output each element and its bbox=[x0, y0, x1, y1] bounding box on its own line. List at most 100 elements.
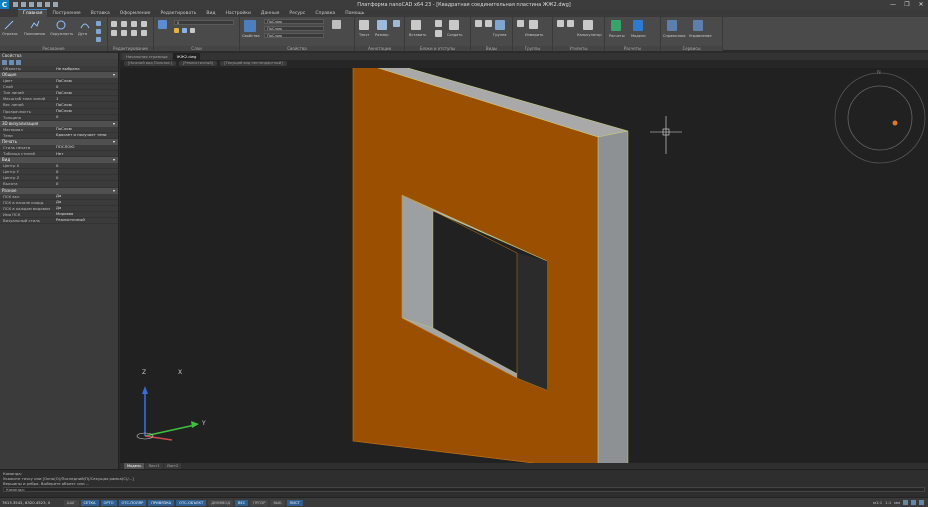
measure-button-label[interactable]: Измерить bbox=[525, 33, 543, 37]
view-icon[interactable] bbox=[475, 20, 482, 27]
create-block-icon[interactable] bbox=[449, 20, 459, 30]
close-button[interactable]: ✕ bbox=[914, 0, 928, 9]
rotate-icon[interactable] bbox=[131, 21, 137, 27]
customize-icon[interactable] bbox=[919, 500, 924, 505]
scale-icon[interactable] bbox=[111, 30, 117, 36]
property-value[interactable]: ПОСЛОЮ bbox=[54, 145, 118, 150]
app-logo-icon[interactable]: C bbox=[0, 0, 9, 9]
property-value[interactable]: 0 bbox=[54, 115, 118, 120]
status-toggle[interactable]: ОРТО bbox=[100, 499, 117, 506]
cut-icon[interactable] bbox=[435, 20, 442, 27]
units-indicator[interactable]: мм bbox=[894, 500, 900, 505]
circle-icon[interactable] bbox=[56, 20, 66, 30]
open-file-icon[interactable] bbox=[21, 2, 26, 7]
quick-select-icon[interactable] bbox=[9, 60, 14, 65]
named-view-control[interactable]: [Текущий вид нестандартный] bbox=[220, 61, 287, 66]
measure-icon[interactable] bbox=[529, 20, 538, 29]
calculations-button-label[interactable]: Расчеты bbox=[609, 34, 625, 38]
reference-button-label[interactable]: Справочник bbox=[663, 34, 686, 38]
model-viewport[interactable]: N Z X Y bbox=[120, 68, 928, 463]
paste-icon[interactable] bbox=[435, 30, 442, 37]
status-toggle[interactable]: ВЕС bbox=[235, 499, 249, 506]
redo-icon[interactable] bbox=[53, 2, 58, 7]
arc-icon[interactable] bbox=[80, 20, 90, 30]
extend-icon[interactable] bbox=[131, 30, 137, 36]
property-value[interactable]: 0 bbox=[54, 84, 118, 89]
calculations-icon[interactable] bbox=[611, 20, 621, 31]
layer-lock-icon[interactable] bbox=[190, 28, 195, 33]
ungroup-icon[interactable] bbox=[517, 20, 524, 27]
tab-settings[interactable]: Настройки bbox=[221, 9, 256, 17]
select-objects-icon[interactable] bbox=[2, 60, 7, 65]
lineweight-combo[interactable]: ПоСлою bbox=[264, 33, 324, 38]
property-value[interactable]: ПоСлою bbox=[54, 90, 118, 95]
undo-icon[interactable] bbox=[45, 2, 50, 7]
annotation-scale[interactable]: м1:1 bbox=[873, 500, 882, 505]
property-value[interactable]: 0 bbox=[54, 175, 118, 180]
opening-right-jamb[interactable] bbox=[517, 253, 547, 390]
arc-button-label[interactable]: Дуга bbox=[78, 32, 87, 36]
new-file-icon[interactable] bbox=[13, 2, 18, 7]
match-properties-icon[interactable] bbox=[244, 20, 256, 32]
layer-freeze-icon[interactable] bbox=[182, 28, 187, 33]
group-button-label[interactable]: Группа bbox=[493, 33, 507, 37]
command-input[interactable]: Команда: bbox=[3, 487, 925, 492]
wall-side-face[interactable] bbox=[597, 130, 629, 463]
property-value[interactable]: Да bbox=[54, 200, 118, 205]
property-value[interactable]: ПоСлою bbox=[54, 127, 118, 132]
tab-home[interactable]: Главная bbox=[18, 9, 48, 17]
select-icon[interactable] bbox=[557, 20, 564, 27]
hatch-icon[interactable] bbox=[96, 29, 101, 34]
status-toggle[interactable]: ЛИСТ bbox=[286, 499, 303, 506]
status-toggle[interactable]: ПРИВЯЗКА bbox=[148, 499, 175, 506]
doc-tab-drawing[interactable]: ЖЖ2.dwg bbox=[172, 53, 201, 60]
opening-left-jamb[interactable] bbox=[401, 194, 434, 329]
minimize-button[interactable]: — bbox=[886, 0, 900, 9]
properties-button-label[interactable]: Свойства bbox=[242, 34, 260, 38]
models-button-label[interactable]: Модели bbox=[631, 34, 646, 38]
status-toggle[interactable]: ВЫБ bbox=[270, 499, 285, 506]
property-value[interactable]: Да bbox=[54, 194, 118, 199]
toggle-pickadd-icon[interactable] bbox=[16, 60, 21, 65]
status-toggle[interactable]: ОТС-ОБЪЕКТ bbox=[176, 499, 207, 506]
tab-reference[interactable]: Справка bbox=[310, 9, 340, 17]
text-icon[interactable] bbox=[359, 20, 369, 30]
maximize-button[interactable]: ❐ bbox=[900, 0, 914, 9]
manage-icon[interactable] bbox=[693, 20, 703, 31]
create-block-label[interactable]: Создать bbox=[447, 33, 463, 37]
object-type-value[interactable]: Не выбрано bbox=[54, 66, 118, 71]
view-orientation-control[interactable]: [Нижний вид Пользов.] bbox=[124, 61, 177, 66]
property-value[interactable]: 0 bbox=[54, 181, 118, 186]
tab-insert[interactable]: Вставка bbox=[86, 9, 115, 17]
status-toggle[interactable]: ДИНВВОД bbox=[208, 499, 234, 506]
reference-icon[interactable] bbox=[667, 20, 677, 31]
property-value[interactable]: ПоСлою bbox=[54, 109, 118, 114]
leader-icon[interactable] bbox=[393, 20, 400, 27]
property-value[interactable]: 0 bbox=[54, 163, 118, 168]
property-value[interactable]: Бросает и получает тени bbox=[54, 133, 118, 138]
print-icon[interactable] bbox=[37, 2, 42, 7]
zoom-level[interactable]: 1:1 bbox=[885, 500, 891, 505]
property-value[interactable]: 1 bbox=[54, 96, 118, 101]
layer-manager-icon[interactable] bbox=[158, 20, 167, 29]
view-compass[interactable] bbox=[834, 72, 926, 164]
layer-on-icon[interactable] bbox=[174, 28, 179, 33]
property-value[interactable]: 0 bbox=[54, 169, 118, 174]
status-toggle[interactable]: ПРОЗР bbox=[250, 499, 269, 506]
save-icon[interactable] bbox=[29, 2, 34, 7]
visual-style-control[interactable]: [Реалистичный] bbox=[179, 61, 218, 66]
tab-edit[interactable]: Редактировать bbox=[155, 9, 201, 17]
workspace-icon[interactable] bbox=[903, 500, 908, 505]
tab-resource[interactable]: Ресурс bbox=[284, 9, 310, 17]
linetype-combo[interactable]: ПоСлою bbox=[264, 26, 324, 31]
calculator-icon[interactable] bbox=[583, 20, 593, 30]
list-icon[interactable] bbox=[332, 20, 341, 29]
property-value[interactable]: Мировая bbox=[54, 212, 118, 217]
tab-view[interactable]: Вид bbox=[201, 9, 220, 17]
layer-combo[interactable]: 0 bbox=[174, 20, 234, 25]
insert-block-icon[interactable] bbox=[411, 20, 421, 30]
dimension-icon[interactable] bbox=[377, 20, 387, 30]
line-icon[interactable] bbox=[4, 20, 14, 30]
tab-data[interactable]: Данные bbox=[256, 9, 284, 17]
status-toggle[interactable]: ШАГ bbox=[64, 499, 79, 506]
